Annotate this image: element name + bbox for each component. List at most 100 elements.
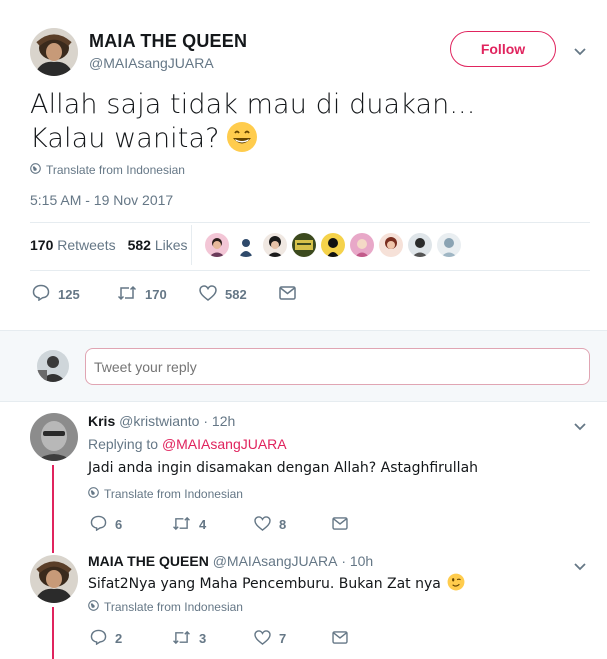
liker-avatar[interactable] [321,233,345,257]
liker-avatar[interactable] [379,233,403,257]
liker-avatar[interactable] [408,233,432,257]
liker-avatar[interactable] [292,233,316,257]
reply-author-name: MAIA THE QUEEN [88,553,209,569]
reply-actions: 6 4 8 [90,515,348,534]
grinning-face-emoji-icon [226,121,258,161]
reply-time[interactable]: · 12h [203,413,235,429]
liker-avatar[interactable] [350,233,374,257]
envelope-icon [279,285,296,303]
reply-time[interactable]: · 10h [341,553,373,569]
replying-to-link[interactable]: @MAIAsangJUARA [162,436,287,452]
thread-line [52,465,54,543]
tweet-timestamp[interactable]: 5:15 AM - 19 Nov 2017 [30,192,173,208]
retweets-stat[interactable]: 170 Retweets [30,237,116,253]
thread-line [52,607,54,659]
divider [191,225,192,265]
globe-icon [88,600,99,614]
globe-icon [88,487,99,501]
reply-author-name: Kris [88,413,116,429]
reply-author[interactable]: MAIA THE QUEEN @MAIAsangJUARA · 10h [88,553,373,569]
reply-text-content: Sifat2Nya yang Maha Pencemburu. Bukan Za… [88,576,441,592]
retweet-button[interactable]: 3 [172,630,254,648]
thread-line [52,543,54,553]
reply-icon [90,629,107,648]
divider [30,270,590,271]
author-avatar[interactable] [30,28,78,76]
replying-prefix: Replying to [88,436,159,452]
reply-author[interactable]: Kris @kristwianto · 12h [88,413,235,429]
reply-count: 125 [58,286,80,302]
reply-tweet[interactable]: Kris @kristwianto · 12h Replying to @MAI… [0,403,607,543]
envelope-icon [332,516,348,533]
reply-icon [90,515,107,534]
retweet-icon [172,630,191,648]
likes-stat[interactable]: 582 Likes [128,237,188,253]
like-button[interactable]: 8 [254,515,332,534]
reply-author-handle: @MAIAsangJUARA [212,553,338,569]
reply-tweet[interactable]: MAIA THE QUEEN @MAIAsangJUARA · 10h Sifa… [0,543,607,659]
main-tweet: MAIA THE QUEEN @MAIAsangJUARA Follow All… [0,0,607,330]
author-name[interactable]: MAIA THE QUEEN [89,31,247,52]
reply-input[interactable] [85,348,590,385]
liker-avatar[interactable] [234,233,258,257]
retweet-button[interactable]: 170 [117,285,199,304]
retweet-button[interactable]: 4 [172,516,254,534]
translate-label: Translate from Indonesian [104,600,243,614]
reply-text: Sifat2Nya yang Maha Pencemburu. Bukan Za… [88,573,465,595]
chevron-down-icon[interactable] [573,559,591,573]
retweet-count: 3 [199,631,207,646]
translate-label: Translate from Indonesian [46,163,185,177]
likes-count: 582 [127,237,151,253]
heart-icon [254,629,271,648]
liker-avatars [205,233,461,257]
direct-message-button[interactable] [279,285,296,303]
chevron-down-icon[interactable] [573,419,591,433]
globe-icon [30,163,41,177]
like-button[interactable]: 7 [254,629,332,648]
direct-message-button[interactable] [332,516,348,533]
user-avatar[interactable] [37,350,69,382]
translate-link[interactable]: Translate from Indonesian [88,487,243,501]
reply-actions: 2 3 7 [90,629,348,648]
replying-to: Replying to @MAIAsangJUARA [88,436,287,452]
tweet-text: Allah saja tidak mau di duakan... Kalau … [30,88,550,161]
like-count: 8 [279,517,287,532]
reply-button[interactable]: 2 [90,629,172,648]
winking-face-emoji-icon [447,573,465,595]
reply-author-avatar[interactable] [30,413,78,461]
likes-label: Likes [154,237,188,253]
reply-button[interactable]: 125 [32,284,117,304]
liker-avatar[interactable] [437,233,461,257]
tweet-stats: 170 Retweets 582 Likes [30,237,188,253]
heart-icon [254,515,271,534]
author-handle[interactable]: @MAIAsangJUARA [89,55,214,71]
liker-avatar[interactable] [263,233,287,257]
heart-icon [199,284,217,304]
translate-link[interactable]: Translate from Indonesian [30,163,185,177]
retweet-icon [172,516,191,534]
reply-author-handle: @kristwianto [119,413,200,429]
retweet-icon [117,285,137,304]
follow-button[interactable]: Follow [450,31,556,67]
reply-count: 2 [115,631,123,646]
envelope-icon [332,630,348,647]
retweets-count: 170 [30,237,54,253]
like-count: 582 [225,286,247,302]
reply-count: 6 [115,517,123,532]
chevron-down-icon[interactable] [573,44,591,58]
reply-author-avatar[interactable] [30,555,78,603]
like-button[interactable]: 582 [199,284,279,304]
translate-link[interactable]: Translate from Indonesian [88,600,243,614]
liker-avatar[interactable] [205,233,229,257]
divider [30,222,590,223]
retweets-label: Retweets [57,237,116,253]
like-count: 7 [279,631,287,646]
reply-button[interactable]: 6 [90,515,172,534]
tweet-actions: 125 170 582 [32,284,296,304]
reply-text: Jadi anda ingin disamakan dengan Allah? … [88,460,479,476]
direct-message-button[interactable] [332,630,348,647]
retweet-count: 4 [199,517,207,532]
reply-composer [0,330,607,402]
translate-label: Translate from Indonesian [104,487,243,501]
retweet-count: 170 [145,286,167,302]
